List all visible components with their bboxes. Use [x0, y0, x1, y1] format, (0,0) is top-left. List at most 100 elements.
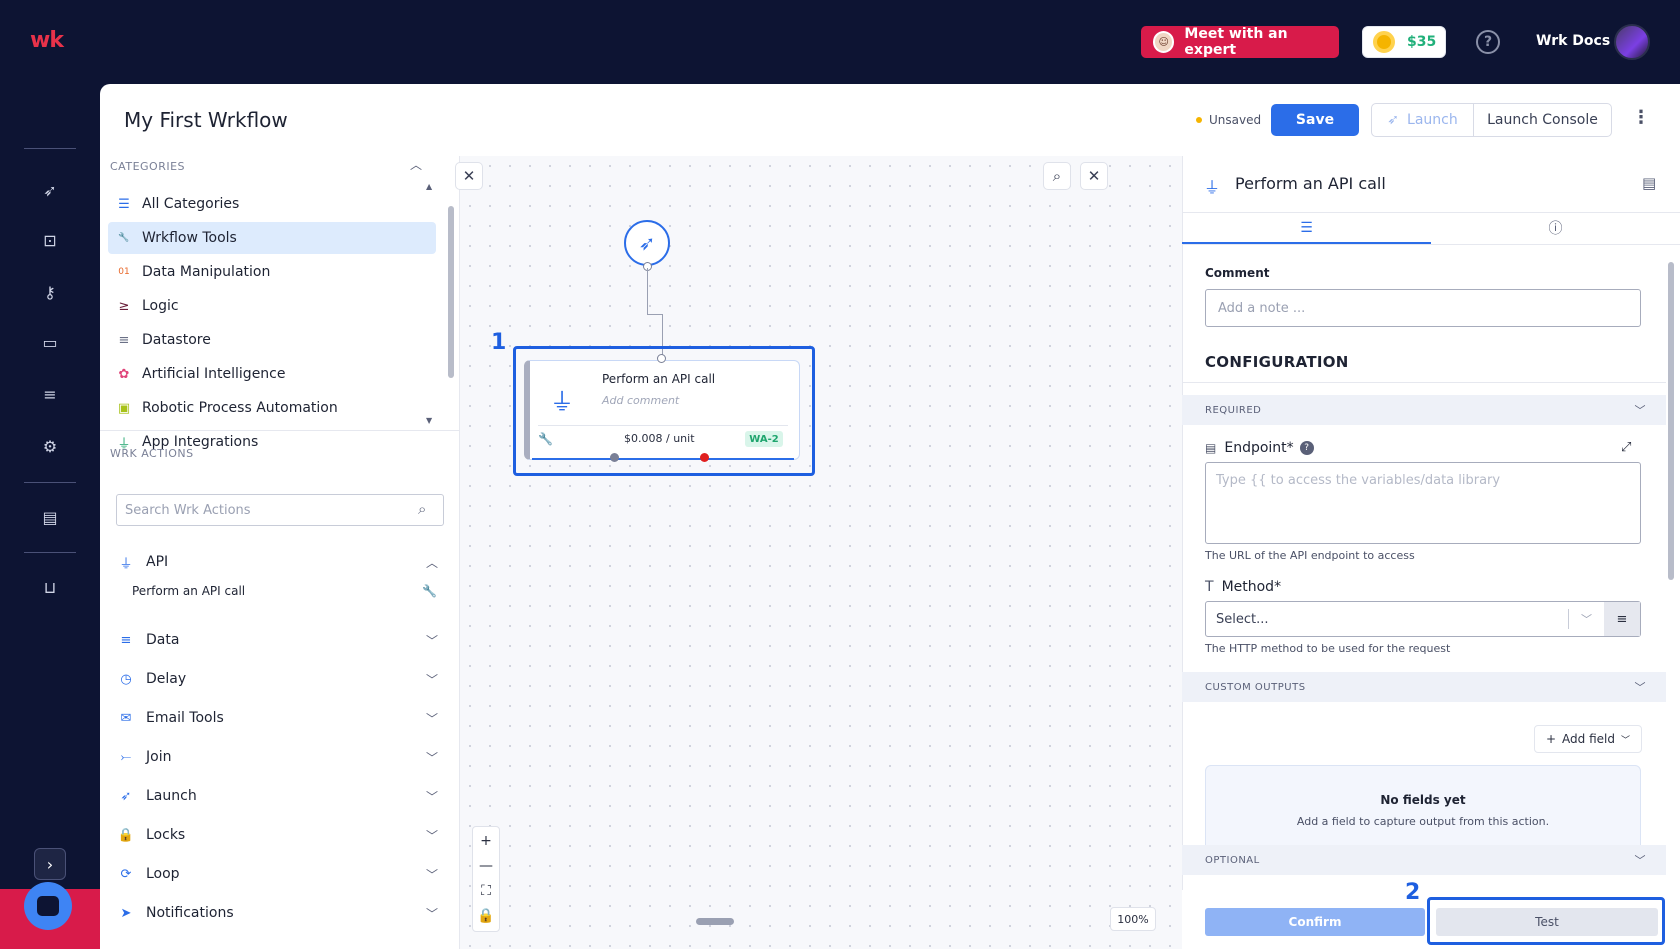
action-group[interactable]: 🔒 Locks ﹀ [118, 819, 448, 851]
chevron-down-icon: ﹀ [425, 711, 438, 726]
zoom-in-button[interactable]: + [472, 828, 500, 854]
action-group[interactable]: ⟳ Loop ﹀ [118, 858, 448, 890]
database-icon[interactable]: ≡ [38, 382, 62, 406]
optional-section-header[interactable]: OPTIONAL ﹀ [1182, 845, 1666, 875]
action-group[interactable]: ➤ Notifications ﹀ [118, 897, 448, 929]
category-item[interactable]: ≡ Datastore [108, 324, 436, 356]
folder-icon[interactable]: ▭ [38, 330, 62, 354]
info-icon: ⓘ [1548, 221, 1563, 237]
node-divider [538, 425, 788, 426]
category-item[interactable]: 01 Data Manipulation [108, 256, 436, 288]
expand-nav-button[interactable]: › [34, 848, 66, 880]
binary-icon: 01 [118, 267, 130, 277]
lock-icon[interactable]: 🔒 [472, 903, 500, 929]
category-item[interactable]: ▣ Robotic Process Automation [108, 392, 436, 424]
node-error-port[interactable] [700, 453, 709, 462]
meet-expert-button[interactable]: ☺ Meet with an expert [1141, 26, 1339, 58]
method-select[interactable]: Select... ﹀ ≡ [1205, 601, 1641, 637]
rocket-icon: ➶ [120, 788, 132, 804]
chat-icon[interactable] [24, 882, 72, 930]
category-label: Wrkflow Tools [142, 230, 237, 246]
tab-configuration[interactable]: ☰ [1182, 212, 1431, 244]
launch-console-button[interactable]: Launch Console [1474, 104, 1611, 136]
help-icon[interactable]: ? [1476, 30, 1500, 54]
workflow-title[interactable]: My First Wrkflow [124, 108, 288, 132]
action-group[interactable]: ≡ Data ﹀ [118, 624, 448, 656]
monitor-icon[interactable]: ⊡ [38, 228, 62, 252]
category-item[interactable]: ☰ All Categories [108, 188, 436, 220]
chevron-down-icon: ﹀ [425, 867, 438, 882]
no-fields-description: Add a field to capture output from this … [1296, 815, 1550, 828]
brain-icon: ✿ [118, 366, 130, 382]
action-group[interactable]: ➶ Launch ﹀ [118, 780, 448, 812]
cart-icon[interactable]: ⊔ [38, 575, 62, 599]
chevron-down-icon[interactable]: ﹀ [1568, 609, 1604, 629]
confirm-button[interactable]: Confirm [1205, 908, 1425, 936]
search-wrk-actions-input[interactable] [116, 494, 444, 526]
collapse-categories-icon[interactable]: ︿ [410, 156, 422, 173]
ledger-icon[interactable]: ▤ [38, 505, 62, 529]
node-input-port[interactable] [657, 354, 666, 363]
zoom-out-button[interactable]: — [472, 853, 500, 879]
expand-icon[interactable]: ⤢ [1621, 440, 1631, 455]
wrench-icon: 🔧 [422, 584, 437, 598]
add-field-button[interactable]: + Add field ﹀ [1534, 725, 1642, 753]
credit-value: $35 [1407, 34, 1437, 50]
action-group[interactable]: ⤚ Join ﹀ [118, 741, 448, 773]
plug-icon: ⏚ [1204, 178, 1221, 197]
node-comment[interactable]: Add comment [602, 394, 679, 407]
tab-info[interactable]: ⓘ [1431, 212, 1680, 244]
endpoint-help: The URL of the API endpoint to access [1205, 549, 1415, 562]
wrench-icon: 🔧 [538, 432, 553, 446]
action-perform-api-call[interactable]: Perform an API call [132, 584, 245, 598]
database-icon[interactable]: ≡ [1604, 602, 1640, 636]
action-group[interactable]: ⏚ API ︿ [118, 546, 448, 578]
plug-icon: ⏚ [550, 388, 574, 416]
save-button[interactable]: Save [1271, 104, 1359, 136]
question-icon[interactable]: ? [1299, 441, 1314, 455]
node-output-port[interactable] [610, 453, 619, 462]
method-value: Select... [1216, 611, 1269, 627]
comment-label: Comment [1205, 266, 1270, 280]
canvas-drag-handle[interactable] [696, 918, 734, 925]
scroll-down-icon[interactable]: ▼ [426, 416, 432, 425]
chevron-down-icon: ﹀ [425, 633, 438, 648]
credit-balance-button[interactable]: $35 [1362, 26, 1446, 58]
endpoint-input[interactable] [1205, 462, 1641, 544]
close-panel-button[interactable]: ✕ [1080, 162, 1108, 190]
category-label: Datastore [142, 332, 211, 348]
required-section-header[interactable]: REQUIRED ﹀ [1182, 395, 1666, 425]
expert-avatar: ☺ [1153, 31, 1175, 53]
canvas-search-button[interactable]: ⌕ [1043, 162, 1071, 190]
highlight-box-2 [1427, 897, 1665, 945]
search-icon[interactable]: ⌕ [418, 500, 436, 518]
chevron-down-icon: ﹀ [425, 789, 438, 804]
category-item[interactable]: ≥ Logic [108, 290, 436, 322]
user-name[interactable]: Wrk Docs [1536, 33, 1610, 49]
categories-header: CATEGORIES [110, 160, 186, 173]
wrk-logo[interactable]: wk [30, 28, 70, 56]
categories-scrollbar[interactable] [448, 206, 454, 378]
scroll-up-icon[interactable]: ▲ [426, 182, 432, 191]
comment-input[interactable] [1205, 289, 1641, 327]
close-canvas-button[interactable]: ✕ [455, 162, 483, 190]
documentation-icon[interactable]: ▤ [1642, 174, 1656, 192]
custom-outputs-section-header[interactable]: CUSTOM OUTPUTS ﹀ [1182, 672, 1666, 702]
annotation-2: 2 [1405, 880, 1421, 905]
key-icon[interactable]: ⚷ [38, 280, 62, 304]
start-node[interactable]: ➶ [624, 220, 670, 266]
config-scrollbar[interactable] [1668, 262, 1674, 580]
workflow-canvas[interactable] [460, 156, 1182, 949]
launch-button[interactable]: ➶ Launch [1372, 104, 1474, 136]
more-options-icon[interactable]: ⋮ [1632, 108, 1650, 132]
action-group[interactable]: ✉ Email Tools ﹀ [118, 702, 448, 734]
list-icon: ☰ [1300, 220, 1313, 236]
category-item[interactable]: 🔧 Wrkflow Tools [108, 222, 436, 254]
fit-view-button[interactable]: ⛶ [472, 878, 500, 904]
user-avatar[interactable] [1614, 24, 1650, 60]
action-group[interactable]: ◷ Delay ﹀ [118, 663, 448, 695]
rocket-icon[interactable]: ➶ [38, 178, 62, 202]
gear-icon[interactable]: ⚙ [38, 434, 62, 458]
category-item[interactable]: ✿ Artificial Intelligence [108, 358, 436, 390]
robot-icon: ▣ [117, 400, 131, 416]
